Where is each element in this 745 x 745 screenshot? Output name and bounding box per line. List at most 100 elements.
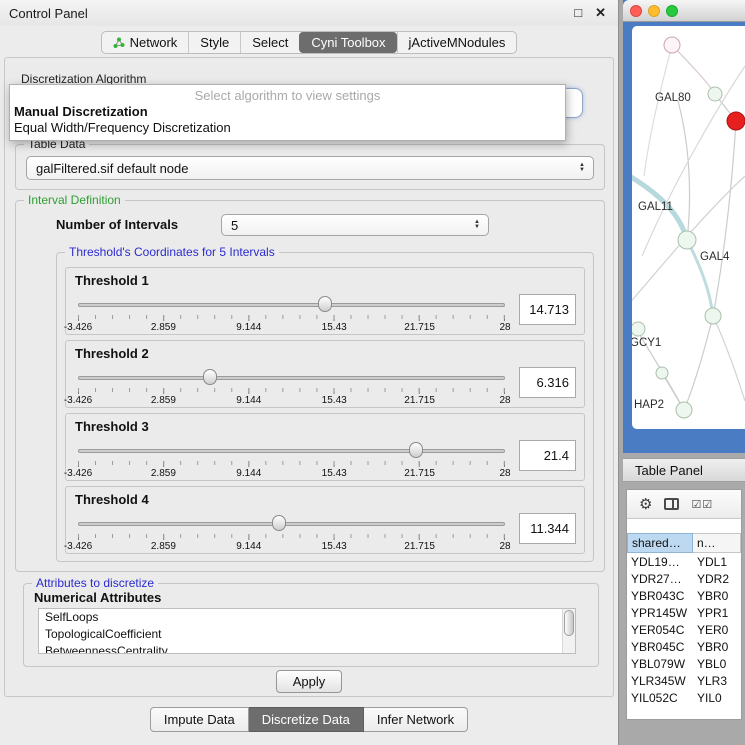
bottom-tabbar: Impute Data Discretize Data Infer Networ… [0, 707, 618, 732]
attributes-group-label: Attributes to discretize [32, 576, 158, 591]
list-scrollbar[interactable] [562, 609, 575, 653]
node-label: HAP2 [634, 399, 664, 411]
tab-discretize-data[interactable]: Discretize Data [249, 707, 364, 732]
slider-track [78, 449, 505, 453]
network-canvas[interactable]: GAL80 GAL11 GAL4 GCY1 HAP2 [632, 26, 745, 429]
control-panel-titlebar: Control Panel □ ✕ [0, 0, 618, 26]
network-node[interactable] [664, 37, 680, 53]
tab-label: Cyni Toolbox [311, 35, 385, 50]
list-item[interactable]: TopologicalCoefficient [39, 626, 575, 643]
network-node[interactable] [656, 367, 668, 379]
threshold-4-panel: Threshold 4 -3.4262.8599.14415.4321.7152… [65, 486, 585, 554]
threshold-3-value-field[interactable]: 21.4 [519, 440, 576, 471]
cell-name: YIL0 [693, 691, 741, 705]
threshold-2-value-field[interactable]: 6.316 [519, 367, 576, 398]
window-controls: □ ✕ [574, 5, 606, 21]
numerical-attributes-list[interactable]: SelfLoops TopologicalCoefficient Between… [38, 608, 576, 654]
traffic-light-minimize[interactable] [648, 5, 660, 17]
cell-shared-name: YDR27… [627, 572, 693, 586]
table-row[interactable]: YIL052CYIL0 [627, 689, 741, 706]
table-row[interactable]: YER054CYER0 [627, 621, 741, 638]
apply-button[interactable]: Apply [276, 670, 342, 693]
network-node[interactable] [676, 402, 692, 418]
network-graph[interactable]: GAL80 GAL11 GAL4 GCY1 HAP2 [632, 26, 745, 429]
cell-name: YBR0 [693, 589, 741, 603]
threshold-3-panel: Threshold 3 -3.4262.8599.14415.4321.7152… [65, 413, 585, 481]
num-intervals-label: Number of Intervals [56, 217, 178, 232]
cell-name: YBR0 [693, 640, 741, 654]
tab-infer-network[interactable]: Infer Network [364, 707, 468, 732]
node-label: GAL4 [700, 251, 730, 263]
list-scrollbar-thumb[interactable] [564, 610, 574, 636]
table-data-group: Table Data galFiltered.sif default node … [15, 144, 605, 190]
traffic-light-zoom[interactable] [666, 5, 678, 17]
tab-impute-data[interactable]: Impute Data [150, 707, 249, 732]
table-row[interactable]: YDL19…YDL1 [627, 553, 741, 570]
cell-name: YDL1 [693, 555, 741, 569]
network-node-labels: GAL80 GAL11 GAL4 GCY1 HAP2 [632, 92, 730, 411]
list-item[interactable]: SelfLoops [39, 609, 575, 626]
columns-icon[interactable] [664, 498, 679, 510]
network-node[interactable] [705, 308, 721, 324]
cell-name: YDR2 [693, 572, 741, 586]
node-label: GAL11 [638, 201, 673, 213]
slider-thumb[interactable] [203, 369, 217, 385]
num-intervals-value: 5 [231, 218, 238, 233]
popup-option-equal-width-frequency[interactable]: Equal Width/Frequency Discretization [10, 120, 565, 136]
cell-name: YBL0 [693, 657, 741, 671]
select-columns-checkbox-icons[interactable]: ☑☑ [691, 498, 713, 511]
network-node[interactable] [632, 322, 645, 336]
table-body: YDL19…YDL1 YDR27…YDR2 YBR043CYBR0 YPR145… [627, 553, 741, 706]
threshold-4-slider[interactable]: -3.4262.8599.14415.4321.71528 [76, 513, 507, 553]
threshold-1-slider[interactable]: -3.4262.8599.14415.4321.71528 [76, 294, 507, 334]
slider-thumb[interactable] [409, 442, 423, 458]
table-data-combobox[interactable]: galFiltered.sif default node ▲▼ [26, 156, 594, 180]
close-icon[interactable]: ✕ [595, 5, 606, 21]
list-item[interactable]: BetweennessCentrality [39, 643, 575, 654]
column-header-shared-name[interactable]: shared… [627, 533, 693, 553]
minimize-icon[interactable]: □ [574, 5, 582, 21]
table-row[interactable]: YBL079WYBL0 [627, 655, 741, 672]
slider-tick-labels: -3.4262.8599.14415.4321.71528 [78, 468, 505, 479]
slider-thumb[interactable] [272, 515, 286, 531]
table-row[interactable]: YBR045CYBR0 [627, 638, 741, 655]
tab-style[interactable]: Style [188, 32, 240, 53]
gear-icon[interactable]: ⚙ [639, 497, 652, 512]
traffic-light-close[interactable] [630, 5, 642, 17]
network-node[interactable] [708, 87, 722, 101]
threshold-4-value-field[interactable]: 11.344 [519, 513, 576, 544]
table-row[interactable]: YPR145WYPR1 [627, 604, 741, 621]
popup-option-manual-discretization[interactable]: Manual Discretization [10, 104, 565, 120]
num-intervals-spinner[interactable]: 5 ▲▼ [221, 214, 489, 236]
threshold-label: Threshold 1 [75, 273, 149, 288]
tab-cyni-toolbox[interactable]: Cyni Toolbox [299, 32, 396, 53]
threshold-label: Threshold 4 [75, 492, 149, 507]
cell-name: YER0 [693, 623, 741, 637]
cell-shared-name: YDL19… [627, 555, 693, 569]
interval-definition-group: Interval Definition Number of Intervals … [15, 200, 605, 572]
cell-shared-name: YBR045C [627, 640, 693, 654]
slider-minor-ticks [78, 388, 505, 392]
table-panel-window: ⚙ ☑☑ shared… n… YDL19…YDL1 YDR27…YDR2 YB… [626, 489, 742, 720]
network-node[interactable] [678, 231, 696, 249]
network-window: GAL80 GAL11 GAL4 GCY1 HAP2 [623, 0, 745, 453]
network-node-selected[interactable] [727, 112, 745, 130]
table-header-row: shared… n… [627, 533, 741, 553]
combo-stepper-icon: ▲▼ [579, 163, 587, 173]
threshold-2-slider[interactable]: -3.4262.8599.14415.4321.71528 [76, 367, 507, 407]
table-row[interactable]: YLR345WYLR3 [627, 672, 741, 689]
tab-network[interactable]: Network [102, 32, 189, 53]
tab-select[interactable]: Select [240, 32, 299, 53]
column-header-name[interactable]: n… [693, 533, 741, 553]
table-row[interactable]: YBR043CYBR0 [627, 587, 741, 604]
threshold-1-value-field[interactable]: 14.713 [519, 294, 576, 325]
slider-thumb[interactable] [318, 296, 332, 312]
table-data-combobox-value: galFiltered.sif default node [36, 161, 188, 176]
tab-jactivemnodules[interactable]: jActiveMNodules [397, 32, 517, 53]
table-row[interactable]: YDR27…YDR2 [627, 570, 741, 587]
slider-track [78, 303, 505, 307]
top-tabbar: Network Style Select Cyni Toolbox jActiv… [0, 31, 618, 54]
interval-definition-group-label: Interval Definition [24, 193, 125, 208]
threshold-1-panel: Threshold 1 -3.4262.8599.14415.4321.7152… [65, 267, 585, 335]
threshold-3-slider[interactable]: -3.4262.8599.14415.4321.71528 [76, 440, 507, 480]
